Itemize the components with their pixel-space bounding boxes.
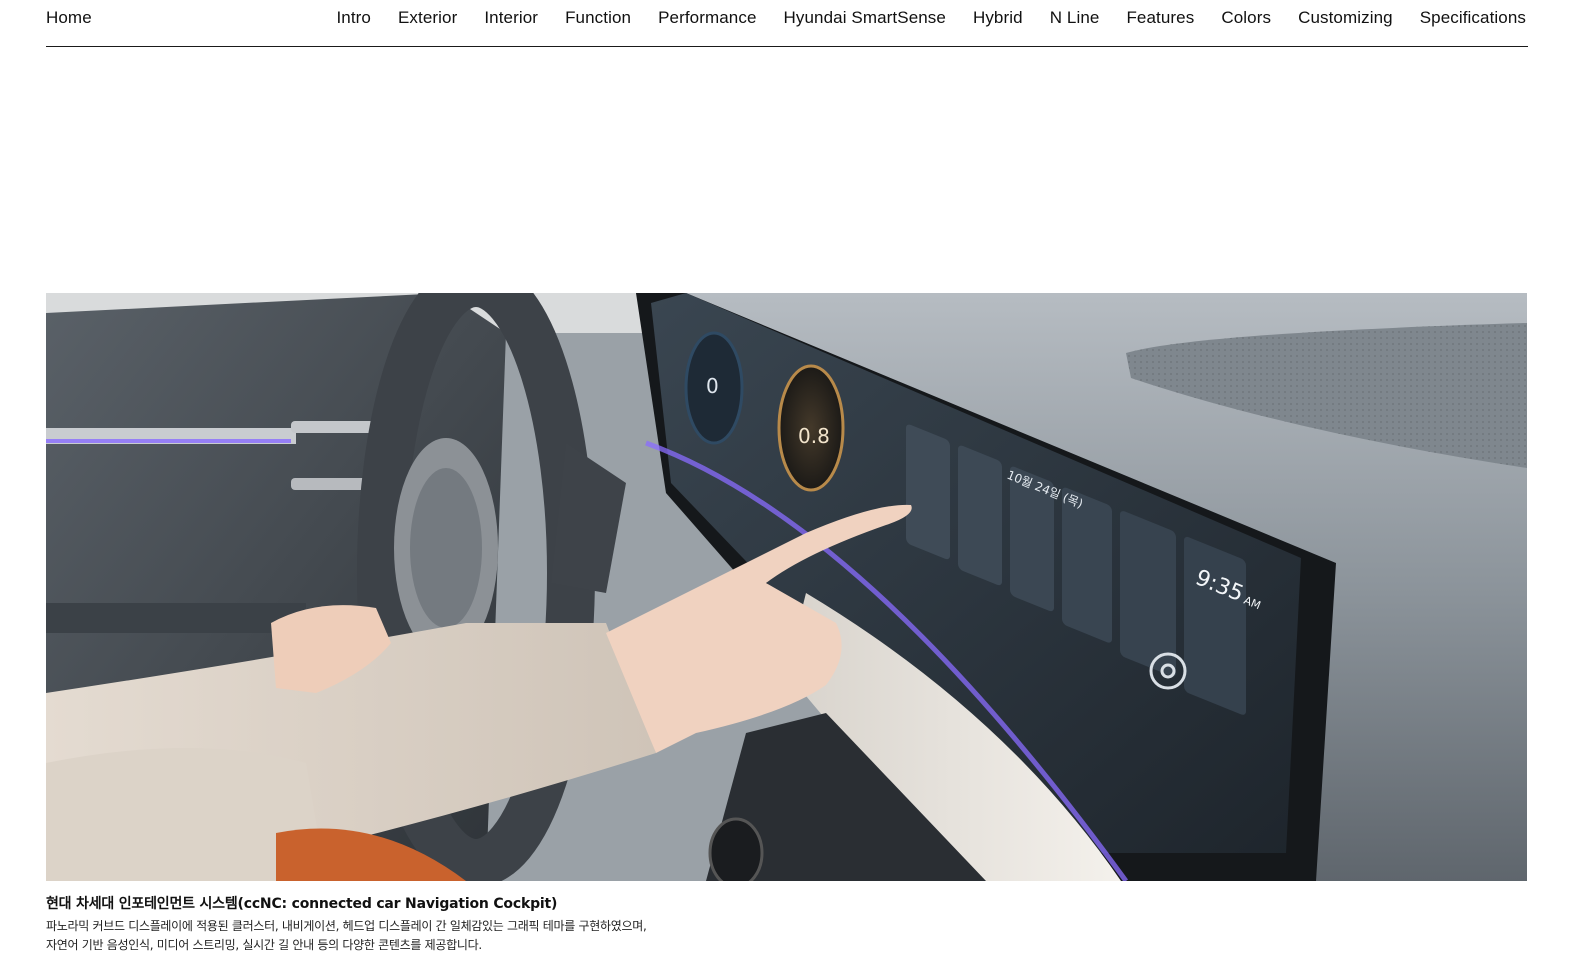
nav-item-performance[interactable]: Performance — [658, 8, 756, 28]
nav-item-n-line[interactable]: N Line — [1050, 8, 1100, 28]
interior-photo: 0 0.8 10월 24일 (목) 9:35 AM — [46, 293, 1527, 881]
caption-body: 파노라믹 커브드 디스플레이에 적용된 클러스터, 내비게이션, 헤드업 디스플… — [46, 917, 946, 955]
nav-item-hybrid[interactable]: Hybrid — [973, 8, 1023, 28]
caption-line-1: 파노라믹 커브드 디스플레이에 적용된 클러스터, 내비게이션, 헤드업 디스플… — [46, 919, 647, 933]
nav-item-intro[interactable]: Intro — [336, 8, 371, 28]
top-navigation: Home Intro Exterior Interior Function Pe… — [46, 0, 1528, 47]
nav-item-colors[interactable]: Colors — [1221, 8, 1271, 28]
nav-item-specifications[interactable]: Specifications — [1420, 8, 1526, 28]
nav-item-features[interactable]: Features — [1126, 8, 1194, 28]
nav-item-customizing[interactable]: Customizing — [1298, 8, 1393, 28]
caption-line-2: 자연어 기반 음성인식, 미디어 스트리밍, 실시간 길 안내 등의 다양한 콘… — [46, 938, 482, 952]
photo-caption: 현대 차세대 인포테인먼트 시스템(ccNC: connected car Na… — [46, 893, 946, 955]
section-nav: Intro Exterior Interior Function Perform… — [309, 8, 1526, 28]
caption-title: 현대 차세대 인포테인먼트 시스템(ccNC: connected car Na… — [46, 896, 558, 912]
nav-item-interior[interactable]: Interior — [484, 8, 538, 28]
gauge-readout: 0.8 — [798, 424, 830, 448]
cockpit-illustration: 0 0.8 10월 24일 (목) 9:35 AM — [46, 293, 1527, 881]
nav-item-smartsense[interactable]: Hyundai SmartSense — [784, 8, 946, 28]
home-link[interactable]: Home — [46, 8, 92, 28]
nav-item-function[interactable]: Function — [565, 8, 631, 28]
speed-readout: 0 — [706, 374, 719, 398]
nav-item-exterior[interactable]: Exterior — [398, 8, 457, 28]
